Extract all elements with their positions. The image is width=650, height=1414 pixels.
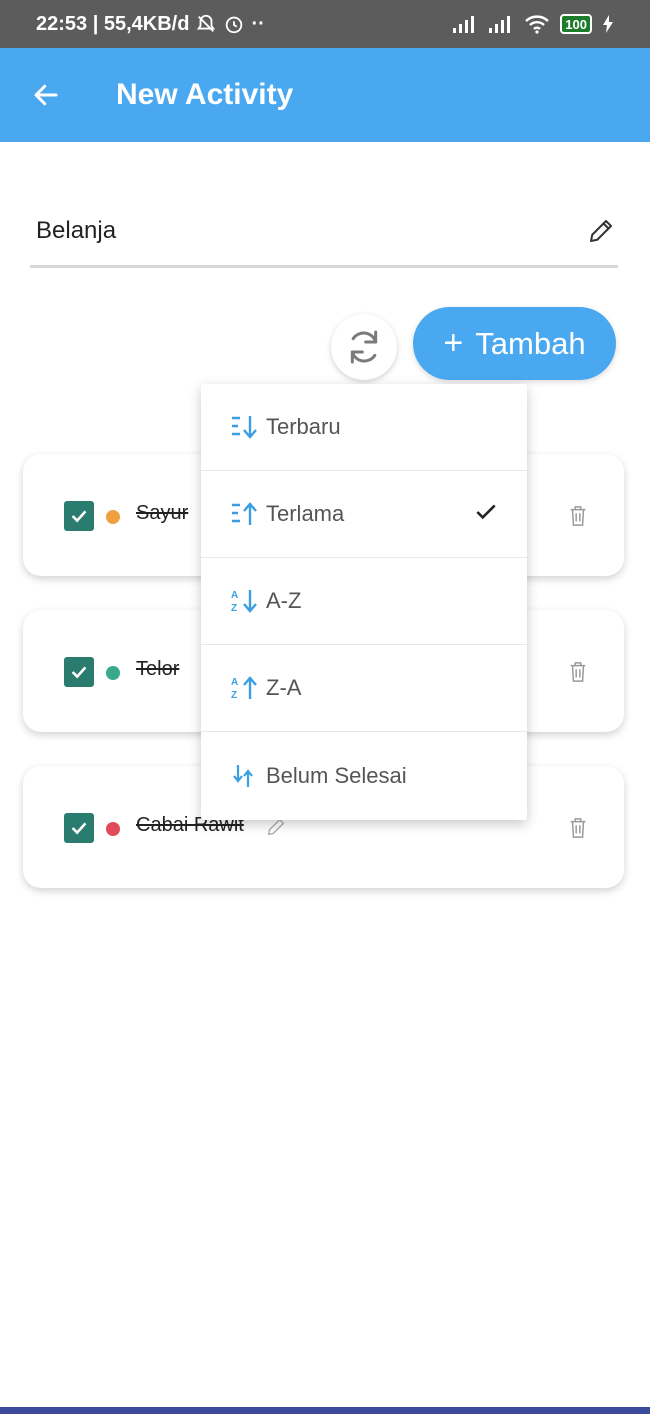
add-item-label: Tambah (475, 325, 586, 361)
plus-icon: + (443, 324, 464, 362)
svg-text:A: A (231, 677, 238, 688)
sort-unfinished-icon (230, 762, 258, 790)
item-checkbox[interactable] (64, 657, 94, 687)
system-nav-bar (0, 1407, 650, 1414)
signal-icon (452, 14, 478, 34)
svg-text:Z: Z (231, 690, 237, 701)
sort-option-z-a[interactable]: AZ Z-A (201, 645, 527, 732)
sort-option-belum-selesai[interactable]: Belum Selesai (201, 732, 527, 819)
sort-option-label: Terlama (266, 501, 345, 526)
item-checkbox[interactable] (64, 813, 94, 843)
item-label: Sayur (136, 502, 189, 524)
sort-za-icon: AZ (230, 674, 258, 702)
pencil-icon (590, 219, 612, 242)
status-bar: 22:53 | 55,4KB/d ·· 100 (0, 0, 650, 48)
trash-icon[interactable] (567, 660, 589, 684)
checkmark-icon (71, 510, 87, 523)
sort-newest-icon (230, 413, 258, 441)
more-indicators-icon: ·· (251, 12, 265, 35)
status-time: 22:53 | 55,4KB/d (36, 12, 190, 35)
item-color-dot (106, 822, 120, 836)
sort-option-terbaru[interactable]: Terbaru (201, 384, 527, 471)
checkmark-icon (71, 822, 87, 835)
sort-option-terlama[interactable]: Terlama (201, 471, 527, 558)
refresh-icon (350, 330, 378, 364)
svg-text:Z: Z (231, 603, 237, 614)
checkmark-icon (71, 666, 87, 679)
activity-name-field[interactable]: Belanja (30, 196, 618, 268)
trash-icon[interactable] (567, 816, 589, 840)
sort-az-icon: AZ (230, 587, 258, 615)
arrow-left-icon (34, 84, 58, 106)
sort-option-label: Z-A (266, 675, 302, 700)
sort-button[interactable] (331, 314, 397, 380)
wifi-icon (524, 14, 550, 34)
sort-option-a-z[interactable]: AZ A-Z (201, 558, 527, 645)
item-color-dot (106, 666, 120, 680)
charging-icon (602, 14, 614, 34)
battery-indicator: 100 (560, 14, 592, 34)
back-button[interactable] (24, 73, 68, 117)
sort-option-label: Belum Selesai (266, 762, 407, 788)
app-bar: New Activity (0, 48, 650, 142)
trash-icon[interactable] (567, 504, 589, 528)
selected-check-icon (473, 499, 499, 530)
svg-text:A: A (231, 590, 238, 601)
sort-oldest-icon (230, 500, 258, 528)
activity-name: Belanja (36, 216, 117, 244)
sort-option-label: Terbaru (266, 414, 341, 439)
page-title: New Activity (116, 78, 294, 111)
notification-off-icon (195, 13, 217, 35)
sort-option-label: A-Z (266, 588, 302, 613)
add-item-button[interactable]: + Tambah (413, 307, 616, 380)
sort-menu: Terbaru Terlama AZ A-Z AZ Z-A Belum Sele… (201, 384, 527, 820)
alarm-icon (223, 13, 245, 35)
edit-name-button[interactable] (584, 214, 618, 248)
signal-icon-2 (488, 14, 514, 34)
item-color-dot (106, 510, 120, 524)
item-checkbox[interactable] (64, 501, 94, 531)
item-label: Telor (136, 658, 180, 680)
